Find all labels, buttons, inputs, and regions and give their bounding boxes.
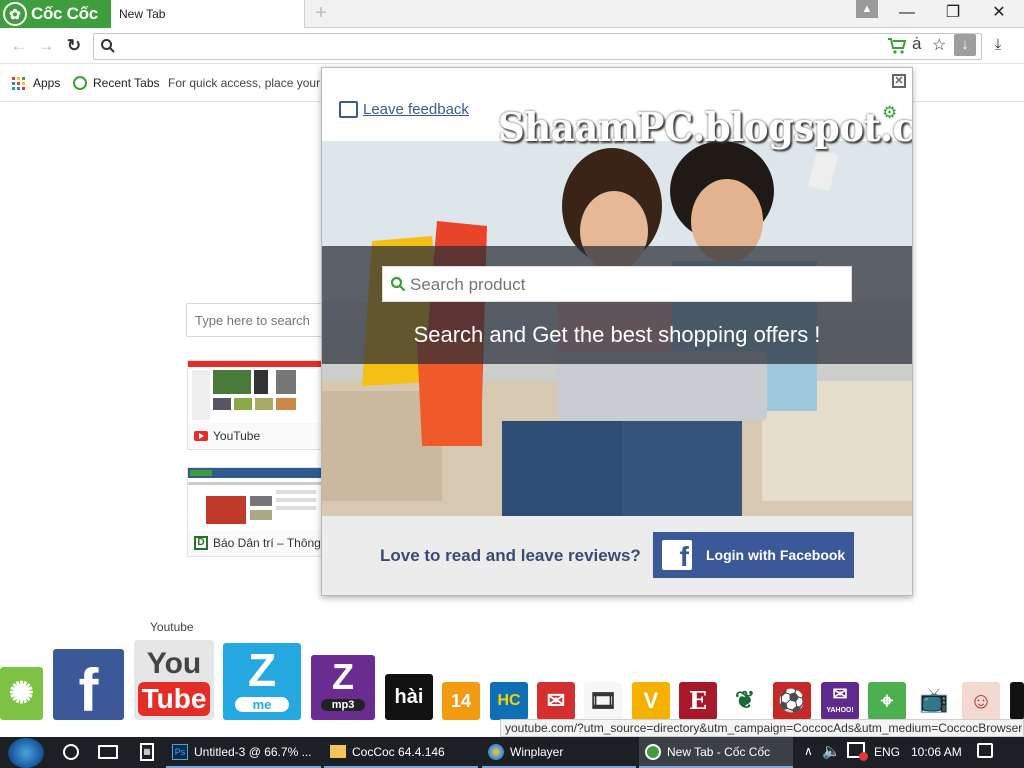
youtube-you-text: You <box>146 647 202 680</box>
close-button[interactable]: ✕ <box>976 0 1022 28</box>
back-arrow-icon[interactable]: ← <box>8 37 30 55</box>
coccoc-icon <box>645 743 661 760</box>
tab-title: New Tab <box>119 7 166 21</box>
windows-start-icon[interactable] <box>8 738 44 768</box>
winplayer-icon <box>488 743 504 760</box>
mail-shortcut-icon[interactable]: ✉ <box>537 682 575 720</box>
task-view-icon[interactable] <box>98 745 118 759</box>
apps-link[interactable]: Apps <box>33 76 60 90</box>
brand-name: Cốc Cốc <box>31 4 98 23</box>
coccoc-menu-button[interactable]: ✿ Cốc Cốc <box>0 0 111 28</box>
savefrom-download-icon[interactable]: ↓ <box>954 34 976 56</box>
taskbar-item-photoshop[interactable]: Ps Untitled-3 @ 66.7% ... <box>166 737 321 768</box>
leaf-shortcut-icon[interactable]: ❦ <box>726 682 764 720</box>
profile-icon[interactable]: ▲ <box>856 0 878 18</box>
shopping-cart-icon[interactable] <box>887 37 907 55</box>
anime-shortcut-icon[interactable]: ☺ <box>962 682 1000 720</box>
reviews-prompt: Love to read and leave reviews? <box>380 546 641 565</box>
folder-icon <box>330 745 346 758</box>
search-icon <box>101 39 115 53</box>
volume-icon[interactable]: 🔈 <box>822 742 841 760</box>
taskbar-item-coccoc[interactable]: New Tab - Cốc Cốc <box>639 737 793 768</box>
yahoo-mail-shortcut-icon[interactable]: ✉ YAHOO! <box>821 682 859 720</box>
tray-overflow-chevron-icon[interactable]: ∧ <box>804 744 813 758</box>
minimize-button[interactable]: — <box>884 0 930 28</box>
tv-shortcut-icon[interactable]: 📺 <box>915 682 953 720</box>
tile-thumbnail <box>188 468 326 530</box>
map-pin-shortcut-icon[interactable]: ⌖ <box>868 682 906 720</box>
forward-arrow-icon[interactable]: → <box>35 37 57 55</box>
zing-mp3-label: mp3 <box>321 699 365 711</box>
zing-me-shortcut-icon[interactable]: Z me <box>223 643 301 720</box>
taskbar-item-label: CocCoc 64.4.146 <box>352 744 445 759</box>
network-disconnected-icon[interactable] <box>847 742 868 761</box>
hero-headline: Search and Get the best shopping offers … <box>413 322 821 347</box>
transliteration-icon[interactable]: ȧ <box>912 34 926 56</box>
taskbar-item-label: Untitled-3 @ 66.7% ... <box>194 744 312 759</box>
new-tab-button[interactable]: + <box>312 3 330 23</box>
tile-label: YouTube <box>213 429 261 443</box>
youtube-tube-text: Tube <box>138 682 210 716</box>
zing-me-label: me <box>235 697 289 712</box>
facebook-icon: f <box>662 540 692 570</box>
more-shortcut-icon[interactable] <box>1010 682 1024 720</box>
page-search-input[interactable]: Type here to search <box>186 303 326 337</box>
watermark: ShaamPC.blogspot.com <box>498 105 913 151</box>
leave-feedback-link[interactable]: Leave feedback <box>363 101 469 118</box>
kenh14-shortcut-icon[interactable]: 14 <box>442 682 480 720</box>
language-indicator[interactable]: ENG <box>874 745 900 759</box>
youtube-shortcut-icon[interactable]: You Tube <box>134 640 214 720</box>
facebook-button-label: Login with Facebook <box>706 547 846 563</box>
photoshop-icon: Ps <box>172 743 188 760</box>
facebook-shortcut-icon[interactable]: f <box>53 649 124 720</box>
calculator-icon[interactable]: ▦ <box>140 743 154 761</box>
taskbar-item-folder[interactable]: CocCoc 64.4.146 <box>324 737 478 768</box>
hai-shortcut-icon[interactable]: hài <box>385 674 433 720</box>
taskbar-item-label: New Tab - Cốc Cốc <box>667 744 771 759</box>
hc-shortcut-icon[interactable]: HC <box>490 682 528 720</box>
bookmarks-hint: For quick access, place your b <box>168 76 320 90</box>
status-bar-url: youtube.com/?utm_source=directory&utm_ca… <box>500 719 1024 737</box>
vietnamnet-shortcut-icon[interactable]: V <box>632 682 670 720</box>
speed-dial-tile-dantri[interactable]: D Báo Dân trí – Thông <box>187 467 327 557</box>
dock-tooltip: Youtube <box>150 620 194 634</box>
taskbar-item-winplayer[interactable]: Winplayer <box>482 737 636 768</box>
clock[interactable]: 10:06 AM <box>911 745 962 759</box>
maximize-button[interactable]: ❐ <box>930 0 976 28</box>
recent-tabs-link[interactable]: Recent Tabs <box>93 76 160 90</box>
coccoc-shortcut-icon[interactable]: ✺ <box>0 667 43 720</box>
football-shortcut-icon[interactable]: ⚽ <box>773 682 811 720</box>
recent-tabs-icon[interactable] <box>73 76 87 90</box>
feedback-icon[interactable] <box>339 101 358 118</box>
e-shortcut-icon[interactable]: E <box>679 682 717 720</box>
tile-label: Báo Dân trí – Thông <box>213 536 321 550</box>
cortana-search-icon[interactable] <box>63 744 79 760</box>
taskbar-item-label: Winplayer <box>510 744 564 759</box>
youtube-icon <box>194 431 208 441</box>
speed-dial-tile-youtube[interactable]: YouTube <box>187 360 327 450</box>
star-icon[interactable]: ☆ <box>932 35 950 55</box>
tile-thumbnail <box>188 361 326 423</box>
action-center-icon[interactable] <box>977 743 993 758</box>
shopping-popup: ✕ Leave feedback ⚙ Search and Get the be… <box>321 67 913 596</box>
reload-icon[interactable]: ↻ <box>63 37 85 55</box>
login-with-facebook-button[interactable]: f Login with Facebook <box>653 532 854 578</box>
dantri-icon: D <box>194 536 208 550</box>
search-icon <box>390 276 406 292</box>
film-shortcut-icon[interactable]: 🎞 <box>584 682 622 720</box>
address-input[interactable] <box>120 35 860 57</box>
coccoc-logo-icon: ✿ <box>3 2 27 26</box>
download-icon[interactable]: ⤓ <box>988 36 1008 56</box>
product-search-input[interactable] <box>410 272 840 298</box>
tab-new-tab[interactable]: New Tab <box>111 0 305 28</box>
zing-mp3-shortcut-icon[interactable]: Z mp3 <box>311 655 375 720</box>
close-icon[interactable]: ✕ <box>892 74 906 88</box>
apps-grid-icon[interactable] <box>12 77 25 90</box>
